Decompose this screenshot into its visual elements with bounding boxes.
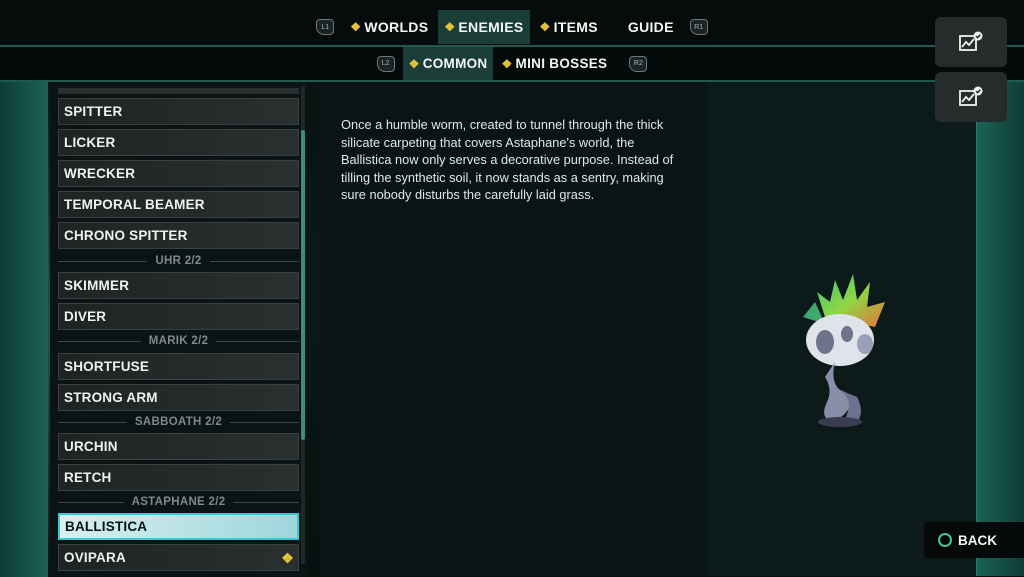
diamond-icon: ❖ xyxy=(539,20,551,34)
tab-mini-bosses[interactable]: ❖ MINI BOSSES xyxy=(495,47,613,80)
list-scrollbar-thumb[interactable] xyxy=(301,130,305,440)
side-stats-button-1[interactable] xyxy=(935,17,1007,67)
group-header-uhr: UHR 2/2 xyxy=(58,254,300,268)
left-frame xyxy=(0,80,48,577)
enemy-list[interactable]: SPITTER LICKER WRECKER TEMPORAL BEAMER C… xyxy=(50,82,308,576)
enemy-description: Once a humble worm, created to tunnel th… xyxy=(341,117,674,202)
diamond-icon: ❖ xyxy=(501,56,513,71)
new-entry-diamond-icon: ❖ xyxy=(281,550,294,566)
list-item-diver[interactable]: DIVER xyxy=(58,303,299,330)
right-frame xyxy=(976,80,1024,576)
ballistica-creature-image xyxy=(803,274,885,427)
diamond-icon: ❖ xyxy=(408,56,420,71)
tab-items[interactable]: ❖ ITEMS xyxy=(534,10,604,44)
list-row-cutoff xyxy=(58,88,299,94)
list-item-urchin[interactable]: URCHIN xyxy=(58,433,299,460)
list-item-ovipara[interactable]: OVIPARA ❖ xyxy=(58,544,299,571)
r2-button-icon: R2 xyxy=(629,55,648,72)
tab-common[interactable]: ❖ COMMON xyxy=(402,47,494,80)
list-item-chrono-spitter[interactable]: CHRONO SPITTER xyxy=(58,222,299,249)
list-item-wrecker[interactable]: WRECKER xyxy=(58,160,299,187)
list-item-retch[interactable]: RETCH xyxy=(58,464,299,491)
top-tab-bar: L1 ❖ WORLDS ❖ ENEMIES ❖ ITEMS GUIDE R1 xyxy=(0,0,1024,47)
stats-check-icon xyxy=(959,86,983,106)
list-item-shortfuse[interactable]: SHORTFUSE xyxy=(58,353,299,380)
list-item-skimmer[interactable]: SKIMMER xyxy=(58,272,299,299)
r1-button-icon: R1 xyxy=(689,19,708,35)
l2-button-icon: L2 xyxy=(376,55,395,72)
tab-guide[interactable]: GUIDE xyxy=(622,10,680,44)
tab-enemies[interactable]: ❖ ENEMIES xyxy=(438,10,530,44)
sub-tab-bar: L2 ❖ COMMON ❖ MINI BOSSES R2 xyxy=(0,47,1024,82)
diamond-icon: ❖ xyxy=(350,20,362,34)
back-button[interactable]: BACK xyxy=(924,522,1024,558)
list-item-ballistica[interactable]: BALLISTICA xyxy=(58,513,299,540)
list-item-temporal-beamer[interactable]: TEMPORAL BEAMER xyxy=(58,191,299,218)
list-item-spitter[interactable]: SPITTER xyxy=(58,98,299,125)
l1-button-icon: L1 xyxy=(316,19,335,35)
circle-button-icon xyxy=(938,533,952,547)
list-item-strong-arm[interactable]: STRONG ARM xyxy=(58,384,299,411)
list-item-licker[interactable]: LICKER xyxy=(58,129,299,156)
tab-worlds[interactable]: ❖ WORLDS xyxy=(344,10,434,44)
side-stats-button-2[interactable] xyxy=(935,72,1007,122)
group-header-astaphane: ASTAPHANE 2/2 xyxy=(58,495,300,509)
diamond-icon: ❖ xyxy=(444,20,456,34)
group-header-marik: MARIK 2/2 xyxy=(58,334,300,348)
stats-check-icon xyxy=(959,31,983,51)
group-header-sabboath: SABBOATH 2/2 xyxy=(58,415,299,429)
